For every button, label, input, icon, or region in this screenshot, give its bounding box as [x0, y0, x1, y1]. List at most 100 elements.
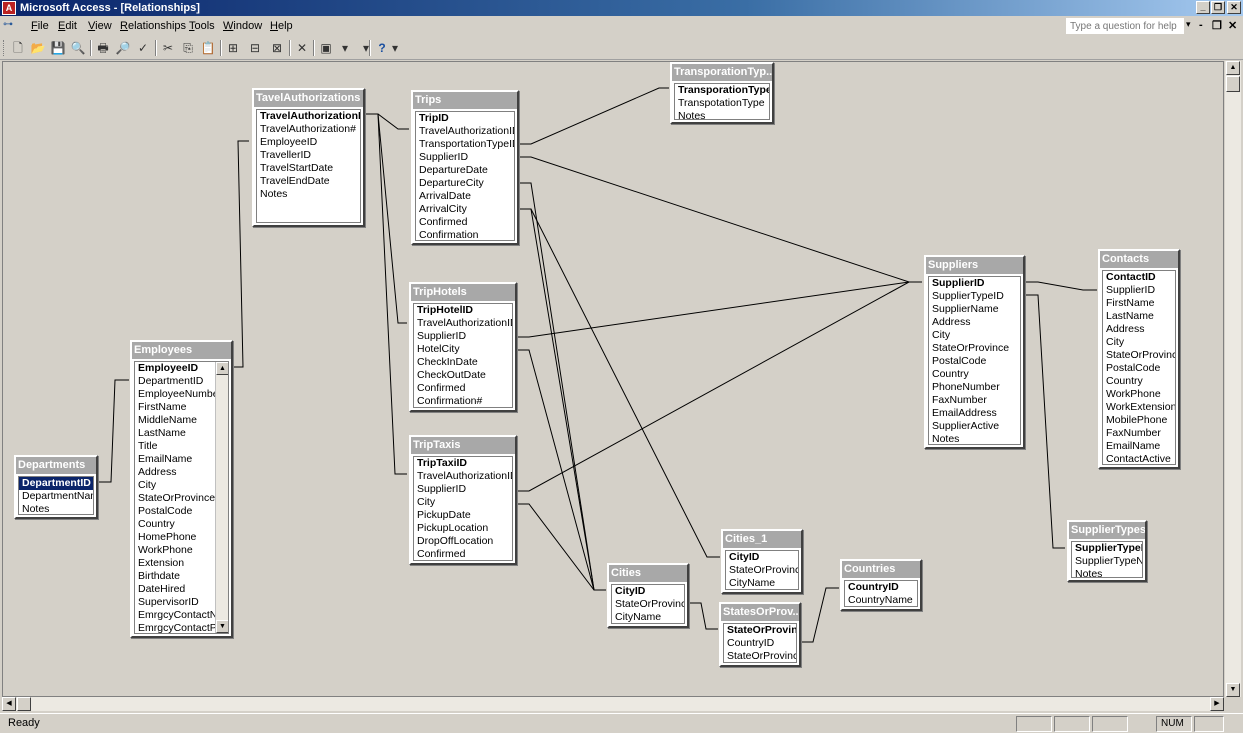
field-item[interactable]: Country [1103, 375, 1175, 388]
field-item[interactable]: Notes [19, 503, 93, 514]
field-item[interactable]: TravellerID [257, 149, 360, 162]
new-object-dropdown-icon[interactable]: ▾ [336, 39, 354, 57]
field-item[interactable]: SupplierTypeNam [1072, 555, 1142, 568]
field-item[interactable]: SupplierID [416, 151, 514, 164]
field-list[interactable]: SupplierID SupplierTypeID SupplierName Addr… [928, 276, 1021, 445]
menu-file[interactable]: File [31, 19, 49, 33]
field-list[interactable]: TripHotelID TravelAuthorizationID Supplier… [413, 303, 513, 408]
field-list[interactable]: CountryID CountryName [844, 580, 918, 607]
vertical-scroll-thumb[interactable] [1226, 76, 1240, 92]
table-states[interactable]: StatesOrProv... StateOrProvinceICountryID… [719, 602, 801, 667]
field-item[interactable]: WorkExtension [1103, 401, 1175, 414]
table-supplier-types[interactable]: SupplierTypes SupplierTypeIDSupplierTypeN… [1067, 520, 1147, 582]
show-direct-icon[interactable]: ⊟ [246, 39, 264, 57]
help-icon[interactable]: ? [373, 39, 391, 57]
field-item[interactable]: CheckInDate [414, 356, 512, 369]
field-item[interactable]: Country [135, 518, 215, 531]
field-item[interactable]: Confirmation [416, 229, 514, 240]
help-search-input[interactable]: Type a question for help [1066, 18, 1184, 34]
field-item[interactable]: WorkPhone [135, 544, 215, 557]
paste-icon[interactable]: 📋 [199, 39, 217, 57]
field-item[interactable]: EmrgcyContactNam [135, 609, 215, 622]
scroll-right-icon[interactable]: ▶ [1210, 697, 1224, 711]
field-item[interactable]: StateOrProvince [135, 492, 215, 505]
spelling-icon[interactable]: ✓ [134, 39, 152, 57]
scroll-up-icon[interactable]: ▲ [216, 362, 228, 375]
field-item[interactable]: Notes [257, 188, 360, 201]
field-item[interactable]: StateOrProvinceI [612, 598, 684, 611]
table-employees[interactable]: Employees EmployeeID DepartmentID EmployeeN… [130, 340, 233, 638]
field-list-scrollbar[interactable]: ▲ ▼ [215, 362, 228, 633]
field-item[interactable]: TranspotationType [675, 97, 769, 110]
access-icon[interactable]: A [2, 1, 16, 15]
field-item[interactable]: TripTaxiID [414, 457, 512, 470]
field-item[interactable]: ArrivalDate [416, 190, 514, 203]
field-item[interactable]: SupplierID [1103, 284, 1175, 297]
field-item[interactable]: LastName [1103, 310, 1175, 323]
field-item[interactable]: EmployeeID [257, 136, 360, 149]
table-suppliers[interactable]: Suppliers SupplierID SupplierTypeID Supplie… [924, 255, 1025, 449]
table-departments[interactable]: Departments DepartmentIDDepartmentNameNot… [14, 455, 98, 519]
table-title[interactable]: TransporationTyp... [672, 64, 772, 81]
table-title[interactable]: TripHotels [411, 284, 515, 301]
field-item[interactable]: EmailAddress [929, 407, 1020, 420]
copy-icon[interactable]: ⎘ [179, 39, 197, 57]
field-item[interactable]: WorkPhone [1103, 388, 1175, 401]
table-cities-1[interactable]: Cities_1 CityIDStateOrProvinceICityName [721, 529, 803, 594]
table-title[interactable]: StatesOrProv... [721, 604, 799, 621]
field-item[interactable]: Title [135, 440, 215, 453]
vertical-scrollbar[interactable]: ▲ ▼ [1225, 61, 1241, 697]
menu-edit[interactable]: Edit [58, 19, 77, 33]
field-item[interactable]: TripID [416, 112, 514, 125]
field-item[interactable]: DateHired [135, 583, 215, 596]
field-item[interactable]: ContactActive [1103, 453, 1175, 464]
field-item[interactable]: PostalCode [929, 355, 1020, 368]
print-icon[interactable]: 🖶 [94, 39, 112, 57]
field-list[interactable]: TravelAuthorizationID TravelAuthorization… [256, 109, 361, 223]
field-item[interactable]: TravelStartDate [257, 162, 360, 175]
close-button[interactable]: ✕ [1227, 1, 1241, 14]
table-title[interactable]: Countries [842, 561, 920, 578]
field-item[interactable]: TravelAuthorizationID [414, 317, 512, 330]
table-title[interactable]: Cities [609, 565, 687, 582]
field-item[interactable]: TransportationTypeID [416, 138, 514, 151]
table-title[interactable]: Contacts [1100, 251, 1178, 268]
field-item[interactable]: HomePhone [135, 531, 215, 544]
field-item[interactable]: Address [1103, 323, 1175, 336]
field-list[interactable]: TransporationTypeIDTranspotationTypeNote… [674, 83, 770, 120]
delete-icon[interactable]: ✕ [293, 39, 311, 57]
field-item[interactable]: Confirmed [416, 216, 514, 229]
menu-window[interactable]: Window [223, 19, 262, 33]
field-item[interactable]: MobilePhone [1103, 414, 1175, 427]
menu-view[interactable]: View [88, 19, 112, 33]
table-title[interactable]: Cities_1 [723, 531, 801, 548]
field-item[interactable]: StateOrProvince [929, 342, 1020, 355]
table-title[interactable]: TripTaxis [411, 437, 515, 454]
menu-relationships[interactable]: Relationships [120, 19, 186, 33]
field-item[interactable]: StateOrProvinceI [724, 624, 796, 637]
menu-tools[interactable]: Tools [189, 19, 215, 33]
horizontal-scroll-thumb[interactable] [17, 697, 31, 711]
show-table-icon[interactable]: ⊞ [224, 39, 242, 57]
field-item[interactable]: Birthdate [135, 570, 215, 583]
scroll-up-icon[interactable]: ▲ [1226, 61, 1240, 75]
field-item[interactable]: CountryID [724, 637, 796, 650]
field-item[interactable]: PostalCode [135, 505, 215, 518]
field-item[interactable]: TripHotelID [414, 304, 512, 317]
field-item[interactable]: SupplierActive [929, 420, 1020, 433]
field-item[interactable]: SupplierName [929, 303, 1020, 316]
field-list[interactable]: CityIDStateOrProvinceICityName [725, 550, 799, 590]
restore-button[interactable]: ❐ [1211, 1, 1225, 14]
scroll-down-icon[interactable]: ▼ [216, 620, 228, 633]
field-item[interactable]: TravelAuthorization# [257, 123, 360, 136]
table-trips[interactable]: Trips TripID TravelAuthorizationID Transpor… [411, 90, 519, 245]
field-item[interactable]: Country [929, 368, 1020, 381]
field-item[interactable]: ArrivalCity [416, 203, 514, 216]
field-item[interactable]: Confirmed [414, 548, 512, 560]
field-item[interactable]: SupplierID [929, 277, 1020, 290]
mdi-close-button[interactable]: ✕ [1228, 19, 1237, 32]
field-item[interactable]: Notes [675, 110, 769, 119]
field-item[interactable]: StateOrProvince [1103, 349, 1175, 362]
table-cities[interactable]: Cities CityIDStateOrProvinceICityName [607, 563, 689, 628]
field-item[interactable]: SupplierTypeID [929, 290, 1020, 303]
